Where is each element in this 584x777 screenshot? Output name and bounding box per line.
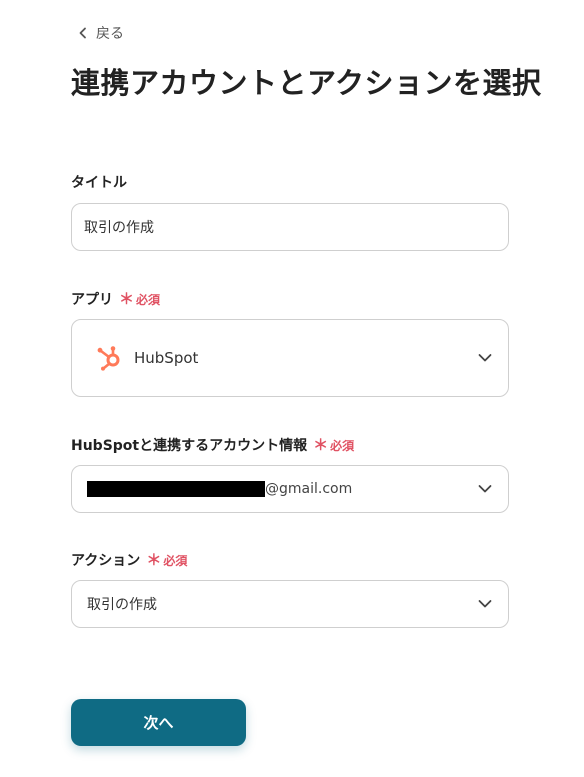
chevron-down-icon	[478, 600, 492, 608]
required-badge: ＊ 必須	[313, 437, 354, 454]
account-select[interactable]: @gmail.com	[71, 465, 509, 513]
required-text: 必須	[136, 292, 161, 307]
required-badge: ＊ 必須	[146, 552, 187, 569]
app-select[interactable]: HubSpot	[71, 319, 509, 397]
chevron-down-icon	[478, 485, 492, 493]
back-label: 戻る	[96, 26, 124, 42]
account-field-label: HubSpotと連携するアカウント情報 ＊ 必須	[71, 435, 354, 455]
account-email-suffix: @gmail.com	[265, 481, 353, 497]
title-field-label: タイトル	[71, 172, 127, 192]
title-input-wrapper	[71, 203, 509, 251]
title-label-text: タイトル	[71, 175, 127, 191]
action-field-label: アクション ＊ 必須	[71, 550, 187, 570]
title-input[interactable]	[72, 219, 508, 235]
required-badge: ＊ 必須	[119, 291, 160, 308]
required-star: ＊	[313, 435, 329, 454]
required-star: ＊	[119, 289, 135, 308]
page: 戻る 連携アカウントとアクションを選択 タイトル アプリ ＊ 必須 HubSpo…	[0, 0, 584, 777]
back-link[interactable]: 戻る	[78, 22, 124, 44]
hubspot-logo-icon	[97, 346, 120, 371]
next-button[interactable]: 次へ	[71, 699, 246, 746]
account-label-text: HubSpotと連携するアカウント情報	[71, 438, 308, 454]
action-select[interactable]: 取引の作成	[71, 580, 509, 628]
chevron-down-icon	[478, 354, 492, 362]
action-label-text: アクション	[71, 553, 141, 569]
app-label-text: アプリ	[71, 292, 113, 308]
chevron-left-icon	[79, 27, 86, 39]
action-value: 取引の作成	[87, 597, 157, 613]
app-field-label: アプリ ＊ 必須	[71, 289, 160, 309]
page-title: 連携アカウントとアクションを選択	[71, 66, 542, 100]
redacted-email-block	[87, 481, 265, 497]
required-text: 必須	[330, 438, 355, 453]
required-star: ＊	[146, 550, 162, 569]
required-text: 必須	[163, 553, 188, 568]
app-name: HubSpot	[134, 349, 199, 367]
